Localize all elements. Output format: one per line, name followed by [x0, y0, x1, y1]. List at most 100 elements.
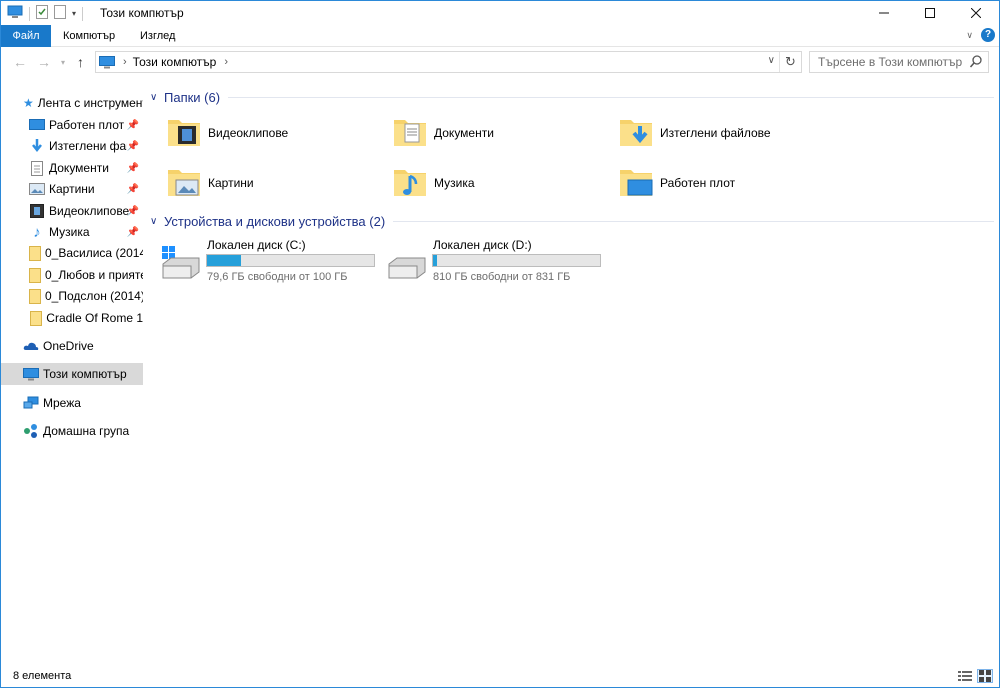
folder-pictures[interactable]: Картини	[166, 158, 386, 208]
nav-item-videos[interactable]: Видеоклипове 📌	[1, 200, 143, 222]
drive-name: Локален диск (D:)	[433, 238, 532, 252]
group-folders[interactable]: ∨ Папки (6)	[146, 87, 994, 107]
nav-item-pictures[interactable]: Картини 📌	[1, 178, 143, 200]
nav-label: 0_Василиса (2014)	[45, 246, 143, 260]
nav-label: Картини	[49, 182, 95, 196]
videos-icon	[29, 203, 45, 219]
search-icon[interactable]	[969, 55, 982, 71]
folder-downloads[interactable]: Изтеглени файлове	[618, 108, 838, 158]
nav-homegroup[interactable]: Домашна група	[1, 420, 143, 442]
folder-documents[interactable]: Документи	[392, 108, 612, 158]
pictures-icon	[29, 181, 45, 197]
this-pc-icon	[23, 366, 39, 382]
nav-item-documents[interactable]: Документи 📌	[1, 157, 143, 179]
refresh-button[interactable]: ↻	[779, 52, 801, 72]
homegroup-icon	[23, 423, 39, 439]
documents-icon	[29, 160, 45, 176]
group-title: Папки (6)	[164, 89, 221, 105]
drive-icon	[387, 246, 427, 283]
nav-item-desktop[interactable]: Работен плот 📌	[1, 114, 143, 136]
folder-label: Видеоклипове	[208, 126, 289, 140]
ribbon-controls: ∨ ?	[966, 28, 995, 42]
folder-label: Музика	[434, 176, 475, 190]
nav-this-pc[interactable]: Този компютър	[1, 363, 143, 385]
explorer-window: ▾ Този компютър Файл Компютър Изглед ∨ ?…	[0, 0, 1000, 688]
expand-ribbon-icon[interactable]: ∨	[966, 30, 973, 41]
documents-folder-icon	[392, 114, 428, 153]
nav-label: OneDrive	[43, 339, 94, 353]
window-title: Този компютър	[100, 6, 184, 20]
star-icon: ★	[23, 96, 34, 110]
drive-d[interactable]: Локален диск (D:) 810 ГБ свободни от 831…	[387, 238, 607, 288]
nav-item-folder-cradle[interactable]: Cradle Of Rome 1	[1, 307, 143, 329]
drive-usage-fill	[207, 255, 242, 266]
chevron-down-icon[interactable]: ∨	[150, 216, 164, 227]
nav-label: 0_Подслон (2014)	[45, 289, 143, 303]
back-button[interactable]: ←	[13, 54, 27, 70]
large-icons-view-icon[interactable]	[977, 669, 993, 683]
maximize-button[interactable]	[907, 1, 953, 25]
title-bar: ▾ Този компютър	[1, 1, 999, 25]
tab-file[interactable]: Файл	[1, 25, 51, 47]
breadcrumb-separator[interactable]: ›	[123, 56, 127, 68]
breadcrumb-chevron[interactable]: ›	[224, 56, 228, 68]
music-folder-icon	[392, 164, 428, 203]
nav-item-music[interactable]: ♪ Музика 📌	[1, 221, 143, 243]
minimize-button[interactable]	[861, 1, 907, 25]
breadcrumb-this-pc[interactable]: Този компютър	[133, 55, 217, 69]
folder-label: Изтеглени файлове	[660, 126, 771, 140]
nav-label: Музика	[49, 225, 90, 239]
nav-label: Домашна група	[43, 424, 130, 438]
drive-c[interactable]: Локален диск (C:) 79,6 ГБ свободни от 10…	[161, 238, 381, 288]
new-folder-icon[interactable]	[54, 5, 66, 22]
chevron-down-icon[interactable]: ∨	[150, 92, 164, 103]
nav-quick-access[interactable]: ★ Лента с инструменти за бърз достъп	[1, 92, 143, 114]
address-bar[interactable]: › Този компютър › ∨ ↻	[95, 51, 802, 73]
recent-locations-icon[interactable]: ▾	[61, 58, 65, 67]
nav-item-folder-lyubov[interactable]: 0_Любов и приятелство	[1, 264, 143, 286]
folder-label: Документи	[434, 126, 494, 140]
forward-button[interactable]: →	[37, 54, 51, 70]
customize-qat-icon[interactable]: ▾	[72, 9, 76, 18]
window-controls	[861, 1, 999, 25]
nav-onedrive[interactable]: OneDrive	[1, 335, 143, 357]
close-button[interactable]	[953, 1, 999, 25]
search-input[interactable]: Търсене в Този компютър	[809, 51, 989, 73]
properties-icon[interactable]	[36, 5, 48, 22]
details-view-icon[interactable]	[957, 669, 973, 683]
item-count: 8 елемента	[13, 670, 72, 682]
drive-usage-bar	[432, 254, 601, 267]
computer-icon[interactable]	[7, 5, 23, 22]
drive-name: Локален диск (C:)	[207, 238, 306, 252]
folder-desktop[interactable]: Работен плот	[618, 158, 838, 208]
network-icon	[23, 395, 39, 411]
folder-icon	[29, 310, 42, 326]
nav-item-downloads[interactable]: Изтеглени файлове 📌	[1, 135, 143, 157]
nav-network[interactable]: Мрежа	[1, 392, 143, 414]
pin-icon: 📌	[126, 226, 139, 238]
downloads-folder-icon	[618, 114, 654, 153]
group-devices[interactable]: ∨ Устройства и дискови устройства (2)	[146, 211, 994, 231]
navigation-bar: ← → ▾ ↑ › Този компютър › ∨ ↻ Търсене в …	[1, 48, 999, 76]
group-divider	[228, 96, 994, 98]
tab-view[interactable]: Изглед	[128, 25, 187, 47]
navigation-pane: ★ Лента с инструменти за бърз достъп Раб…	[1, 85, 143, 665]
up-button[interactable]: ↑	[77, 54, 84, 70]
download-icon	[29, 138, 45, 154]
group-divider	[393, 220, 994, 222]
nav-label: Документи	[49, 161, 109, 175]
pin-icon: 📌	[126, 183, 139, 195]
help-icon[interactable]: ?	[981, 28, 995, 42]
nav-item-folder-vasilisa[interactable]: 0_Василиса (2014)	[1, 242, 143, 264]
address-dropdown-icon[interactable]: ∨	[768, 55, 775, 66]
folder-music[interactable]: Музика	[392, 158, 612, 208]
nav-item-folder-podslon[interactable]: 0_Подслон (2014)	[1, 285, 143, 307]
folder-label: Картини	[208, 176, 254, 190]
view-switcher	[957, 669, 993, 683]
folder-videos[interactable]: Видеоклипове	[166, 108, 386, 158]
tab-computer[interactable]: Компютър	[51, 25, 127, 47]
desktop-folder-icon	[618, 164, 654, 203]
search-placeholder: Търсене в Този компютър	[818, 55, 963, 69]
quick-access-toolbar: ▾	[7, 5, 84, 22]
videos-folder-icon	[166, 114, 202, 153]
